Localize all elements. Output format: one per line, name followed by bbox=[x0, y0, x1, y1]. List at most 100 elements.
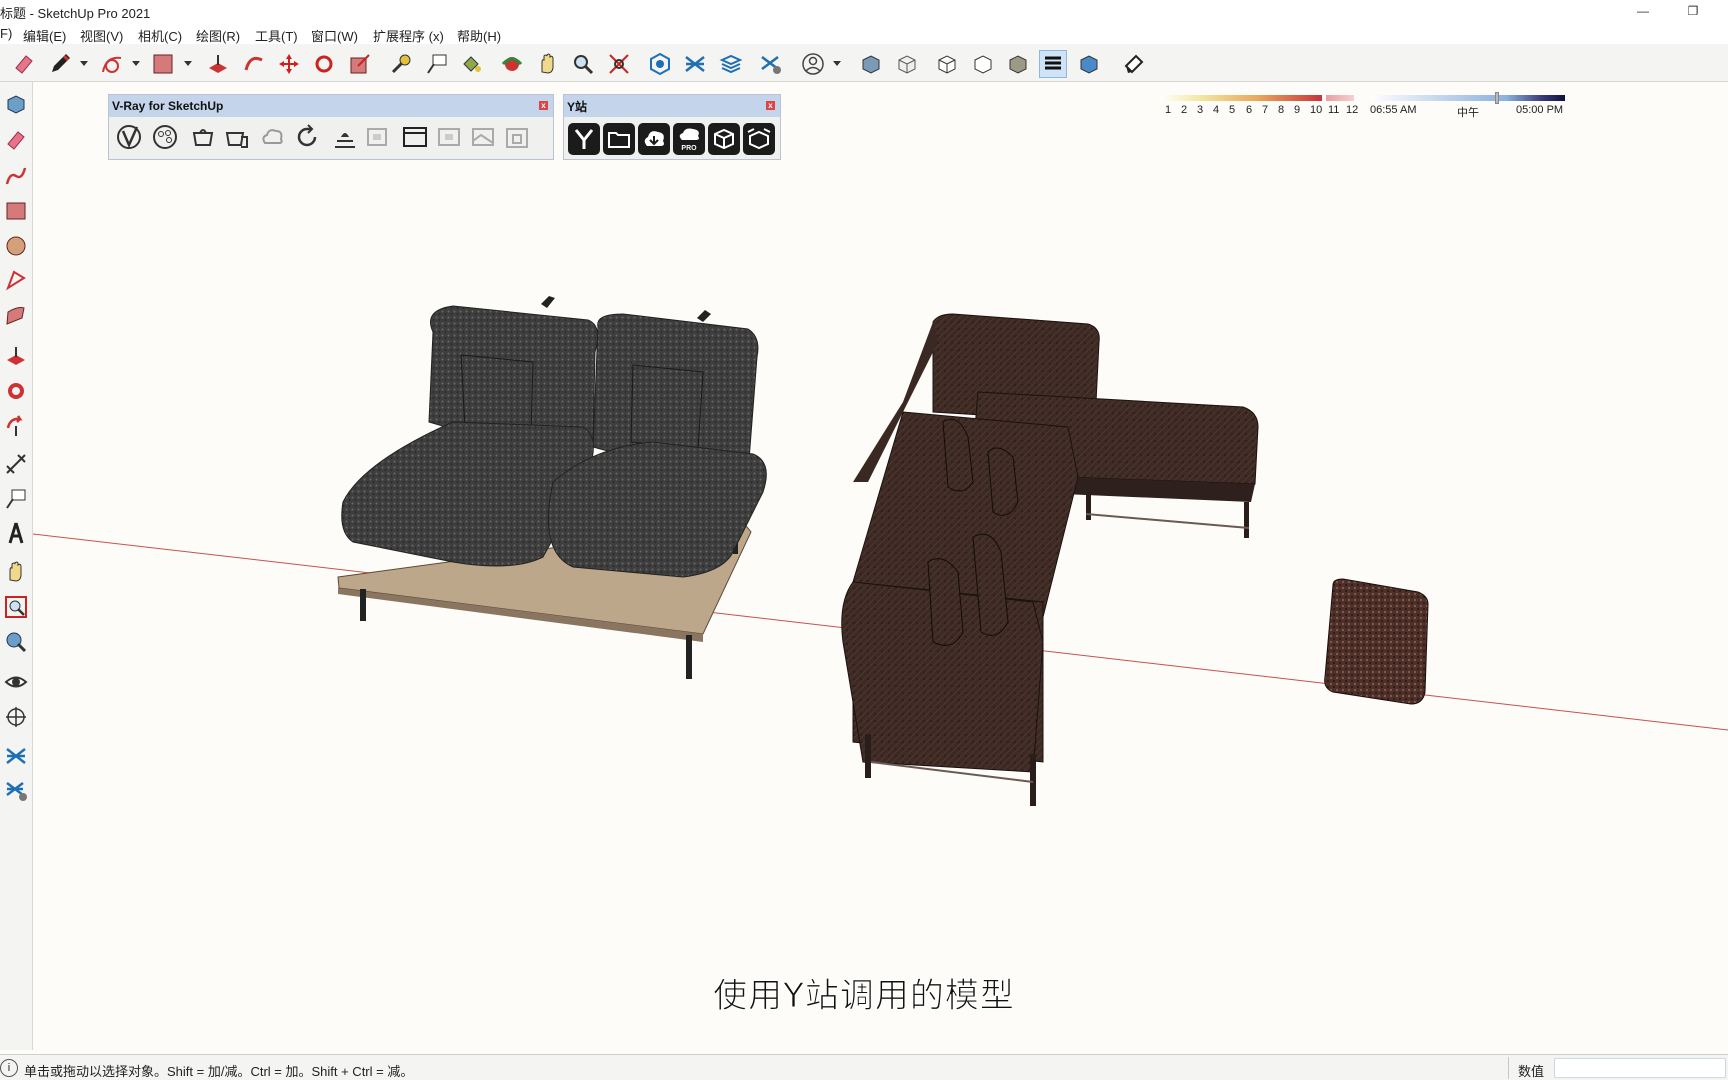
push-pull-icon[interactable] bbox=[204, 50, 232, 78]
shadow-toggle-icon[interactable] bbox=[1120, 50, 1148, 78]
vray-panel-close-button[interactable]: x bbox=[539, 101, 548, 110]
folder-icon[interactable] bbox=[603, 123, 635, 155]
vray-panel-header[interactable]: V-Ray for SketchUp x bbox=[109, 95, 553, 117]
account-icon[interactable] bbox=[799, 50, 827, 78]
menu-window[interactable]: 窗口(W) bbox=[311, 26, 358, 45]
y-station-panel-close-button[interactable]: x bbox=[766, 101, 775, 110]
left-toolbar bbox=[0, 82, 33, 1050]
y-logo-icon[interactable] bbox=[568, 123, 600, 155]
region-render-icon[interactable] bbox=[467, 121, 499, 153]
walk-icon[interactable] bbox=[2, 703, 30, 731]
pencil-icon[interactable] bbox=[46, 50, 74, 78]
layout-icon[interactable] bbox=[717, 50, 745, 78]
rotate-icon-left[interactable] bbox=[2, 412, 30, 440]
xray-style-icon[interactable] bbox=[857, 50, 885, 78]
menu-draw[interactable]: 绘图(R) bbox=[196, 26, 240, 45]
viewport-3d[interactable] bbox=[33, 82, 1728, 1050]
open-box-icon[interactable] bbox=[743, 123, 775, 155]
circle-icon[interactable] bbox=[2, 232, 30, 260]
material-icon[interactable] bbox=[149, 121, 181, 153]
interactive-render-icon[interactable] bbox=[221, 121, 253, 153]
section-settings-icon[interactable] bbox=[2, 776, 30, 804]
zoom-extents-icon[interactable] bbox=[605, 50, 633, 78]
eraser-icon[interactable] bbox=[10, 50, 38, 78]
menu-bar: F) 编辑(E) 视图(V) 相机(C) 绘图(R) 工具(T) 窗口(W) 扩… bbox=[0, 22, 1728, 44]
measurements-label: 数值 bbox=[1518, 1064, 1545, 1079]
render-icon[interactable] bbox=[187, 121, 219, 153]
extension-manager-icon[interactable] bbox=[757, 50, 785, 78]
pan-icon[interactable] bbox=[534, 50, 562, 78]
follow-me-icon[interactable] bbox=[240, 50, 268, 78]
freehand-icon[interactable] bbox=[2, 162, 30, 190]
brown-sectional-sofa-model[interactable] bbox=[841, 313, 1259, 806]
zoom-window-icon[interactable] bbox=[2, 593, 30, 621]
video-subtitle: 使用Y站调用的模型 bbox=[713, 976, 1015, 1017]
move-icon[interactable] bbox=[275, 50, 303, 78]
ottoman-model[interactable] bbox=[1324, 578, 1429, 705]
menu-tools[interactable]: 工具(T) bbox=[255, 26, 298, 45]
minimize-button[interactable]: — bbox=[1620, 0, 1666, 22]
eraser-icon-left[interactable] bbox=[2, 126, 30, 154]
status-bar: i 单击或拖动以选择对象。Shift = 加/减。Ctrl = 加。Shift … bbox=[0, 1054, 1728, 1080]
y-station-panel-header[interactable]: Y站 x bbox=[564, 95, 780, 117]
hidden-line-style-icon[interactable] bbox=[933, 50, 961, 78]
y-station-panel: Y站 x PRO bbox=[563, 94, 781, 160]
model-box-icon[interactable] bbox=[708, 123, 740, 155]
status-message: 单击或拖动以选择对象。Shift = 加/减。Ctrl = 加。Shift + … bbox=[24, 1064, 414, 1079]
y-station-panel-title: Y站 bbox=[567, 99, 588, 114]
dimension-icon[interactable] bbox=[2, 450, 30, 478]
zoom-icon[interactable] bbox=[569, 50, 597, 78]
look-around-icon[interactable] bbox=[2, 668, 30, 696]
refresh-icon[interactable] bbox=[291, 121, 323, 153]
render-cloud-icon[interactable] bbox=[257, 121, 289, 153]
text-icon[interactable] bbox=[423, 50, 451, 78]
pan-icon-left[interactable] bbox=[2, 558, 30, 586]
text-icon-left[interactable] bbox=[2, 485, 30, 513]
layer-style-icon[interactable] bbox=[1075, 50, 1103, 78]
pro-download-icon[interactable]: PRO bbox=[673, 123, 705, 155]
viewport-render-icon[interactable] bbox=[399, 121, 431, 153]
info-icon[interactable]: i bbox=[0, 1059, 18, 1077]
section-icon[interactable] bbox=[2, 742, 30, 770]
menu-file[interactable]: F) bbox=[0, 26, 12, 41]
follow-me-icon-left[interactable] bbox=[2, 377, 30, 405]
tape-measure-icon[interactable] bbox=[387, 50, 415, 78]
vray-panel-title: V-Ray for SketchUp bbox=[112, 99, 224, 113]
restore-button[interactable]: ❐ bbox=[1670, 0, 1716, 22]
rectangle-icon[interactable] bbox=[149, 50, 177, 78]
push-pull-icon-left[interactable] bbox=[2, 342, 30, 370]
monochrome-style-icon[interactable] bbox=[1039, 50, 1067, 78]
asset-editor-icon[interactable] bbox=[113, 121, 145, 153]
rotate-icon[interactable] bbox=[310, 50, 338, 78]
rectangle-icon-left[interactable] bbox=[2, 197, 30, 225]
status-divider bbox=[1508, 1057, 1509, 1079]
vray-panel: V-Ray for SketchUp x bbox=[108, 94, 554, 160]
wireframe-style-icon[interactable] bbox=[893, 50, 921, 78]
menu-view[interactable]: 视图(V) bbox=[80, 26, 123, 45]
frame-buffer-icon[interactable] bbox=[361, 121, 393, 153]
batch-render-icon[interactable] bbox=[433, 121, 465, 153]
measurements-input[interactable] bbox=[1554, 1058, 1726, 1078]
zoom-icon-left[interactable] bbox=[2, 628, 30, 656]
lock-icon[interactable] bbox=[501, 121, 533, 153]
menu-help[interactable]: 帮助(H) bbox=[457, 26, 501, 45]
menu-camera[interactable]: 相机(C) bbox=[138, 26, 182, 45]
shape-icon[interactable] bbox=[2, 302, 30, 330]
shaded-texture-style-icon[interactable] bbox=[1004, 50, 1032, 78]
menu-edit[interactable]: 编辑(E) bbox=[23, 26, 66, 45]
gray-sofa-model[interactable] bbox=[337, 296, 767, 679]
lights-icon[interactable] bbox=[329, 121, 361, 153]
scale-icon[interactable] bbox=[346, 50, 374, 78]
arc-icon-left[interactable] bbox=[2, 266, 30, 294]
arc-icon[interactable] bbox=[98, 50, 126, 78]
menu-extensions[interactable]: 扩展程序 (x) bbox=[373, 26, 444, 45]
cloud-download-icon[interactable] bbox=[638, 123, 670, 155]
extension-warehouse-icon[interactable] bbox=[681, 50, 709, 78]
restore-icon: ❐ bbox=[1687, 4, 1699, 18]
shaded-style-icon[interactable] bbox=[969, 50, 997, 78]
paint-bucket-icon[interactable] bbox=[457, 50, 485, 78]
axes-icon[interactable] bbox=[2, 519, 30, 547]
warehouse-icon[interactable] bbox=[646, 50, 674, 78]
orbit-icon[interactable] bbox=[498, 50, 526, 78]
select-icon[interactable] bbox=[2, 90, 30, 118]
